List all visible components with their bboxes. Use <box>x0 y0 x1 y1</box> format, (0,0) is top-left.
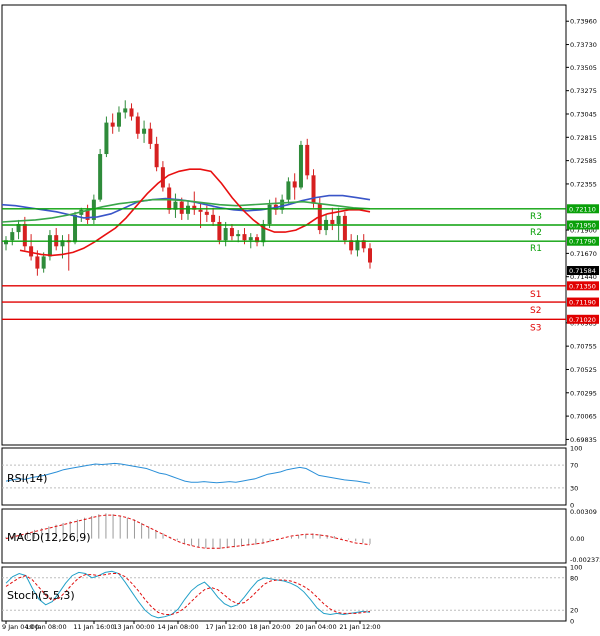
level-name-s2: S2 <box>530 306 541 316</box>
candle-body <box>204 211 209 215</box>
level-name-s3: S3 <box>530 323 541 333</box>
stoch-tick-label: 20 <box>570 607 578 615</box>
candle-body <box>236 234 241 237</box>
price-tick-label: 0.73275 <box>570 87 597 95</box>
candle-body <box>22 223 27 247</box>
time-tick-label: 10 Jan 08:00 <box>25 623 66 631</box>
time-tick-label: 20 Jan 04:00 <box>295 623 336 631</box>
candle-body <box>73 214 78 243</box>
candle-body <box>186 205 190 214</box>
price-tick-label: 0.70755 <box>570 343 597 351</box>
level-name-r2: R2 <box>530 228 542 238</box>
price-tick-label: 0.73730 <box>570 41 597 49</box>
candle-body <box>160 167 165 188</box>
level-name-s1: S1 <box>530 290 541 300</box>
macd-title: MACD(12,26,9) <box>7 531 91 544</box>
candle-body <box>10 232 15 241</box>
stoch-panel-frame <box>1 566 567 622</box>
current-price-label: 0.71584 <box>569 267 596 275</box>
candle-body <box>342 215 347 241</box>
candle-body <box>123 108 128 113</box>
level-price-label: 0.71190 <box>569 299 596 307</box>
candle-body <box>41 256 46 269</box>
price-tick-label: 0.73960 <box>570 18 597 26</box>
candle-body <box>292 181 297 188</box>
price-tick-label: 0.70525 <box>570 366 597 374</box>
macd-tick-label: 0.00309 <box>570 508 597 516</box>
candle-body <box>110 122 115 127</box>
price-tick-label: 0.70295 <box>570 389 597 397</box>
candle-body <box>229 228 234 237</box>
candle-body <box>148 128 153 144</box>
rsi-tick-label: 30 <box>570 484 578 492</box>
moving-average-red <box>19 168 371 257</box>
candle-body <box>47 235 52 257</box>
rsi-panel-frame <box>1 447 567 506</box>
price-tick-label: 0.70065 <box>570 413 597 421</box>
candle-body <box>116 112 121 127</box>
macd-tick-label: 0.00 <box>570 535 584 543</box>
candle-body <box>223 228 228 241</box>
candle-body <box>29 246 34 257</box>
rsi-title: RSI(14) <box>7 472 47 485</box>
candle-body <box>135 116 140 134</box>
candle-body <box>305 144 310 176</box>
price-tick-label: 0.73045 <box>570 110 597 118</box>
price-tick-label: 0.69835 <box>570 436 597 444</box>
candle-body <box>35 256 40 269</box>
price-tick-label: 0.71670 <box>570 250 597 258</box>
time-tick-label: 13 Jan 00:00 <box>113 623 154 631</box>
time-tick-label: 21 Jan 12:00 <box>339 623 380 631</box>
stoch-title: Stoch(5,5,3) <box>7 589 75 602</box>
candle-body <box>104 122 109 155</box>
candle-body <box>211 214 216 222</box>
candle-body <box>368 248 372 263</box>
level-price-label: 0.72110 <box>569 205 596 213</box>
level-name-r3: R3 <box>530 212 542 222</box>
candle-body <box>286 181 291 200</box>
time-tick-label: 11 Jan 16:00 <box>73 623 114 631</box>
price-tick-label: 0.72355 <box>570 180 597 188</box>
time-tick-label: 18 Jan 20:00 <box>249 623 290 631</box>
candle-body <box>98 154 103 200</box>
candle-body <box>142 128 147 134</box>
stoch-tick-label: 100 <box>570 564 582 572</box>
candle-body <box>242 234 247 241</box>
price-tick-label: 0.73505 <box>570 64 597 72</box>
candle-body <box>129 108 134 117</box>
level-price-label: 0.71020 <box>569 316 596 324</box>
level-name-r1: R1 <box>530 244 542 254</box>
stoch-tick-label: 0 <box>570 618 574 626</box>
level-price-label: 0.71790 <box>569 238 596 246</box>
candle-body <box>330 219 335 224</box>
candle-body <box>198 209 203 212</box>
price-tick-label: 0.72585 <box>570 157 597 165</box>
level-price-label: 0.71950 <box>569 222 596 230</box>
time-tick-label: 17 Jan 12:00 <box>205 623 246 631</box>
candle-body <box>248 237 253 241</box>
candle-body <box>336 215 341 224</box>
rsi-tick-label: 100 <box>570 445 582 453</box>
forex-chart: 0.73960 0.73730 0.73505 0.73275 0.73045 0.728… <box>1 4 600 631</box>
time-tick-label: 14 Jan 08:00 <box>157 623 198 631</box>
candle-body <box>179 201 184 214</box>
rsi-tick-label: 70 <box>570 462 578 470</box>
level-price-label: 0.71350 <box>569 282 596 290</box>
candle-body <box>311 175 316 204</box>
rsi-line <box>5 462 371 484</box>
price-tick-label: 0.72815 <box>570 134 597 142</box>
candle-body <box>154 143 159 168</box>
candle-body <box>298 144 303 188</box>
stoch-tick-label: 80 <box>570 574 578 582</box>
